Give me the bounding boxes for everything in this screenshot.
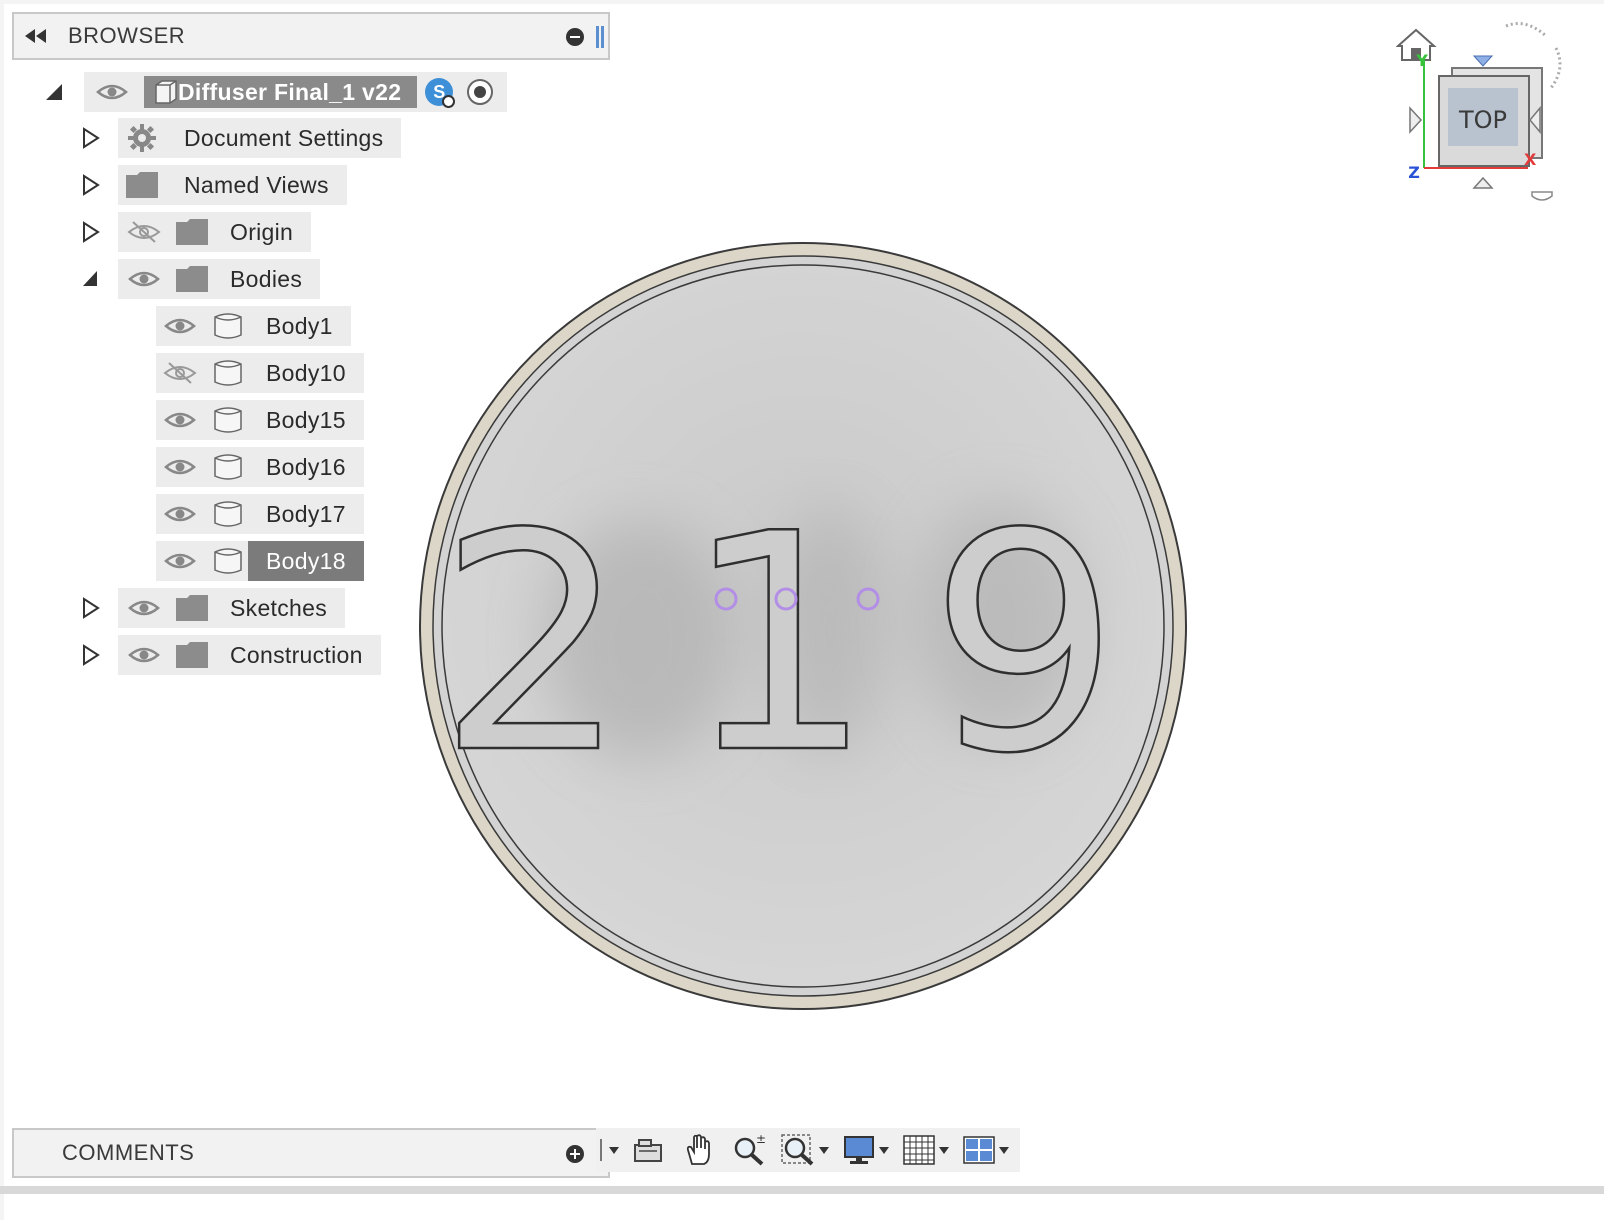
folder-icon <box>172 588 212 628</box>
tree-item-label: Origin <box>230 218 294 245</box>
tree-item-label: Body17 <box>266 500 346 527</box>
folder-icon <box>172 212 212 252</box>
tree-root-row[interactable]: Diffuser Final_1 v22 S <box>44 72 508 112</box>
tree-item-named-views[interactable]: Named Views <box>80 165 347 205</box>
tree-item-body[interactable]: Body16 <box>156 447 364 487</box>
tree-item-label: Sketches <box>230 594 328 621</box>
body-icon <box>208 494 248 534</box>
body-icon <box>208 353 248 393</box>
viewcube-graphic: TOP Y X Z <box>1395 22 1562 201</box>
eye-icon[interactable] <box>158 494 202 534</box>
tree-item-body-selected[interactable]: Body18 <box>156 541 364 581</box>
toolbar-grip[interactable] <box>596 1128 622 1172</box>
collapsed-triangle-icon[interactable] <box>80 127 100 149</box>
folder-icon <box>122 165 162 205</box>
tree-item-label: Named Views <box>184 171 329 198</box>
comments-title: COMMENTS <box>62 1140 195 1165</box>
tree-item-origin[interactable]: Origin <box>80 212 312 252</box>
canvas-viewport[interactable]: 219 TOP Y X Z BROWSER Diffuser Final_1 v… <box>0 0 1604 1220</box>
expanded-triangle-icon[interactable] <box>44 82 64 102</box>
eye-icon[interactable] <box>158 447 202 487</box>
root-label: Diffuser Final_1 v22 <box>178 78 402 105</box>
tree-item-label: Body18 <box>248 541 364 581</box>
component-icon <box>155 80 177 104</box>
activate-radio[interactable] <box>467 79 494 105</box>
viewcube[interactable]: TOP Y X Z <box>1395 8 1596 208</box>
eye-icon[interactable] <box>158 306 202 346</box>
pan-icon[interactable] <box>674 1128 724 1172</box>
collapsed-triangle-icon[interactable] <box>80 644 100 666</box>
collapsed-triangle-icon[interactable] <box>80 597 100 619</box>
comments-panel[interactable]: COMMENTS <box>12 1128 610 1178</box>
tree-item-label: Body10 <box>266 359 346 386</box>
browser-title: BROWSER <box>68 23 186 48</box>
svg-text:X: X <box>1524 150 1537 169</box>
collapse-panel-icon[interactable] <box>22 26 50 46</box>
body-icon <box>208 541 248 581</box>
rotate-ccw-icon[interactable] <box>1505 22 1548 38</box>
viewcube-arrow-left[interactable] <box>1409 106 1423 134</box>
eye-icon[interactable] <box>122 588 166 628</box>
eye-icon[interactable] <box>158 400 202 440</box>
tree-item-bodies[interactable]: Bodies <box>80 259 321 299</box>
tree-item-label: Body1 <box>266 312 333 339</box>
eye-icon[interactable] <box>158 541 202 581</box>
browser-panel-header[interactable]: BROWSER <box>12 12 610 60</box>
eye-hidden-icon[interactable] <box>122 212 166 252</box>
svg-text:Y: Y <box>1415 51 1428 70</box>
viewcube-menu-icon[interactable] <box>1531 191 1553 201</box>
tree-item-label: Construction <box>230 641 363 668</box>
svg-text:Z: Z <box>1408 163 1420 182</box>
tree-item-construction[interactable]: Construction <box>80 635 381 675</box>
tree-item-label: Body16 <box>266 453 346 480</box>
tree-item-body[interactable]: Body1 <box>156 306 351 346</box>
viewports-icon[interactable] <box>956 1128 1016 1172</box>
add-comment-icon[interactable] <box>566 1145 584 1163</box>
tree-item-body[interactable]: Body10 <box>156 353 364 393</box>
tree-item-label: Body15 <box>266 406 346 433</box>
fit-zoom-icon[interactable] <box>774 1128 836 1172</box>
tree-item-label: Bodies <box>230 265 303 292</box>
eye-icon[interactable] <box>122 259 166 299</box>
eye-icon[interactable] <box>94 72 130 112</box>
panel-drag-handle[interactable] <box>596 26 604 48</box>
user-badge[interactable]: S <box>425 78 456 108</box>
tree-item-label: Document Settings <box>184 124 384 151</box>
grid-settings-icon[interactable] <box>896 1128 956 1172</box>
svg-text:TOP: TOP <box>1458 106 1507 134</box>
orbit-icon[interactable] <box>622 1128 674 1172</box>
tree-item-document-settings[interactable]: Document Settings <box>80 118 402 158</box>
root-item-bg[interactable]: Diffuser Final_1 v22 S <box>84 72 508 112</box>
zoom-icon[interactable]: ± <box>724 1128 774 1172</box>
status-strip <box>0 1186 1604 1194</box>
viewcube-arrow-up[interactable] <box>1472 55 1494 67</box>
minimize-icon[interactable] <box>566 28 584 46</box>
tree-item-body[interactable]: Body17 <box>156 494 364 534</box>
expanded-triangle-icon[interactable] <box>80 268 100 290</box>
eye-icon[interactable] <box>122 635 166 675</box>
body-icon <box>208 306 248 346</box>
viewcube-arrow-down[interactable] <box>1472 176 1494 189</box>
collapsed-triangle-icon[interactable] <box>80 174 100 196</box>
folder-icon <box>172 259 212 299</box>
eye-hidden-icon[interactable] <box>158 353 202 393</box>
tree-item-sketches[interactable]: Sketches <box>80 588 346 628</box>
body-icon <box>208 447 248 487</box>
folder-icon <box>172 635 212 675</box>
navigation-toolbar: ± <box>596 1128 1020 1172</box>
svg-text:±: ± <box>756 1134 766 1146</box>
body-icon <box>208 400 248 440</box>
display-settings-icon[interactable] <box>836 1128 896 1172</box>
rotate-cw-icon[interactable] <box>1549 47 1562 89</box>
engraved-number[interactable]: 219 <box>436 469 1175 821</box>
collapsed-triangle-icon[interactable] <box>80 221 100 243</box>
gear-icon <box>122 118 162 158</box>
tree-item-body[interactable]: Body15 <box>156 400 364 440</box>
